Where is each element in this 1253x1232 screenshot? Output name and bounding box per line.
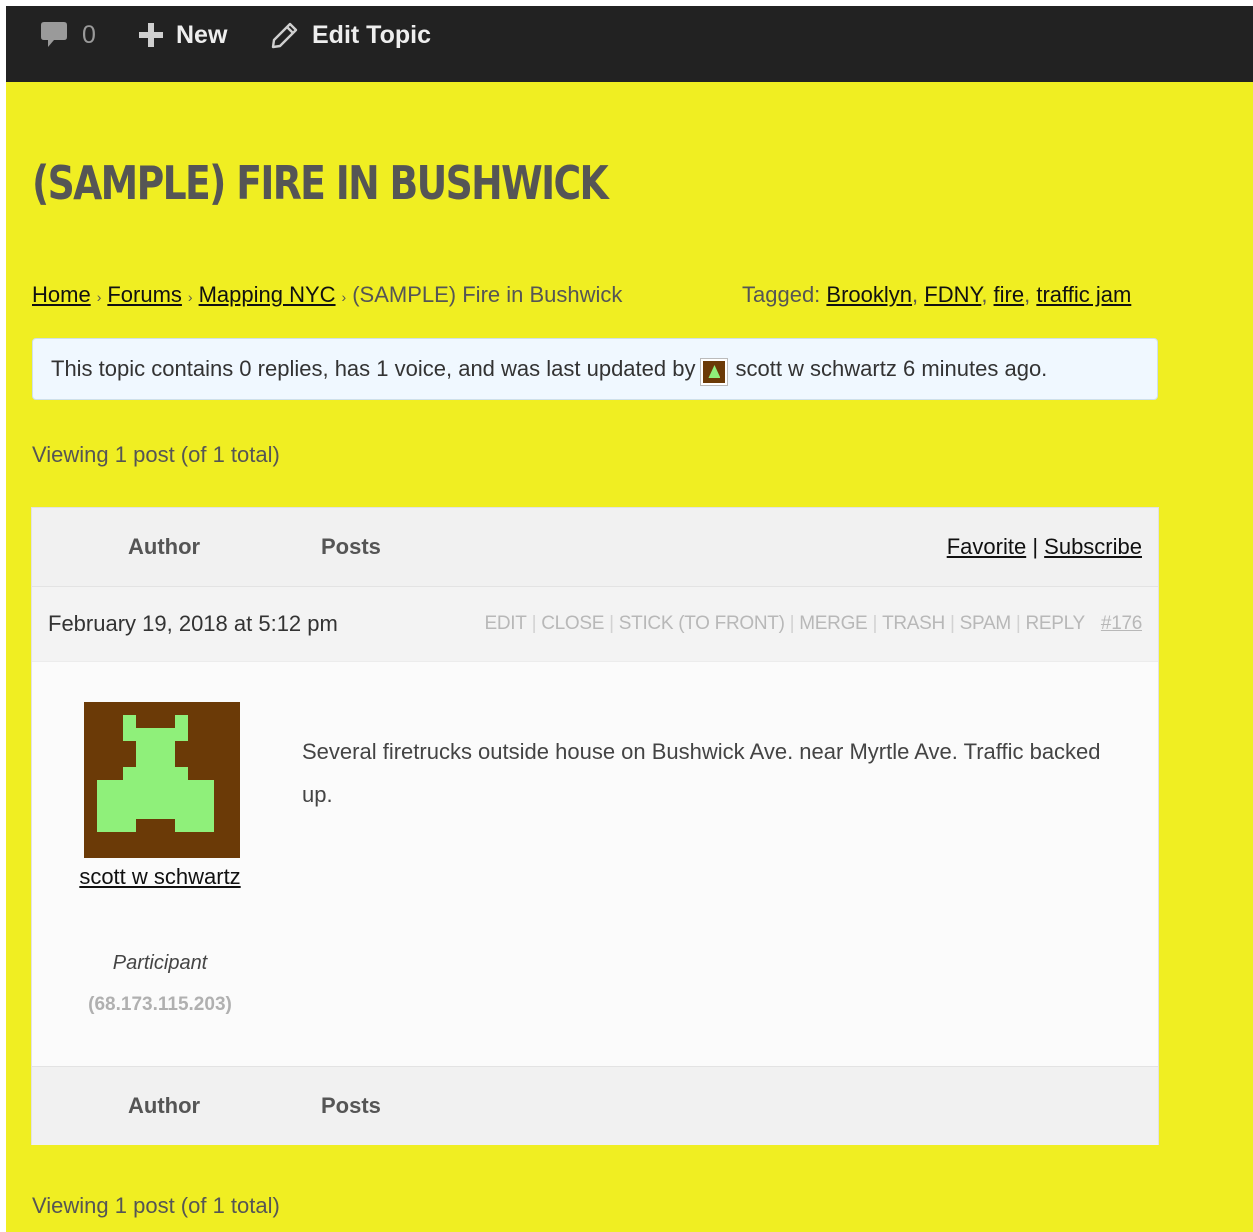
topic-posts: Author Posts Favorite | Subscribe Februa… <box>32 508 1158 1145</box>
stick-link[interactable]: STICK (TO FRONT) <box>619 613 785 634</box>
edit-topic-button[interactable]: Edit Topic <box>270 6 431 64</box>
tag-link-brooklyn[interactable]: Brooklyn <box>826 282 912 307</box>
author-column-footer: Author <box>128 1093 201 1118</box>
tag-link-fire[interactable]: fire <box>994 282 1025 307</box>
post-content: Several firetrucks outside house on Bush… <box>302 739 1101 807</box>
post-meta-bar: February 19, 2018 at 5:12 pm EDIT | CLOSE |… <box>32 587 1158 662</box>
posts-column-header: Posts <box>321 534 381 559</box>
close-link[interactable]: CLOSE <box>541 613 604 634</box>
breadcrumb-current: (SAMPLE) Fire in Bushwick <box>352 282 623 307</box>
pagination-count-bottom: Viewing 1 post (of 1 total) <box>32 1193 280 1218</box>
author-column-header: Author <box>128 534 201 559</box>
page: 0 New Edit Topic (SAMPLE) FIRE IN BUSHWI… <box>6 6 1253 1232</box>
post-admin-links: EDIT | CLOSE | STICK (TO FRONT) | MERGE | TRASH |… <box>484 613 1142 635</box>
trash-link[interactable]: TRASH <box>882 613 945 634</box>
post-permalink[interactable]: #176 <box>1101 613 1142 634</box>
admin-link-divider: | <box>1015 613 1021 634</box>
breadcrumb-separator: › <box>187 289 193 305</box>
pagination-count: Viewing 1 post (of 1 total) <box>32 442 280 467</box>
posts-header: Author Posts Favorite | Subscribe <box>32 508 1158 587</box>
author-name-link[interactable]: scott w schwartz <box>32 864 288 890</box>
posts-footer: Author Posts <box>32 1066 1158 1145</box>
tag-link-fdny[interactable]: FDNY <box>924 282 981 307</box>
posts-column-footer: Posts <box>321 1093 381 1118</box>
admin-link-divider: | <box>872 613 878 634</box>
edit-topic-label: Edit Topic <box>312 20 431 49</box>
breadcrumb-forums-link[interactable]: Forums <box>107 282 182 307</box>
breadcrumb-home-link[interactable]: Home <box>32 282 91 307</box>
edit-link[interactable]: EDIT <box>484 613 526 634</box>
topic-info-notice: This topic contains 0 replies, has 1 voi… <box>32 338 1158 400</box>
breadcrumb: Home › Forums › Mapping NYC › (SAMPLE) Fire in… <box>32 282 622 308</box>
author-ip: (68.173.115.203) <box>88 994 232 1015</box>
plus-icon <box>138 22 164 48</box>
topic-title: (SAMPLE) FIRE IN BUSHWICK <box>32 156 609 210</box>
new-content-button[interactable]: New <box>138 6 227 64</box>
breadcrumb-separator: › <box>96 289 102 305</box>
admin-link-divider: | <box>949 613 955 634</box>
mini-avatar[interactable] <box>701 359 728 385</box>
topic-actions: Favorite | Subscribe <box>947 534 1142 560</box>
admin-link-divider: | <box>531 613 537 634</box>
post-date: February 19, 2018 at 5:12 pm <box>48 611 338 636</box>
notice-author[interactable]: scott w schwartz <box>735 356 896 382</box>
notice-time: 6 minutes ago. <box>902 356 1048 381</box>
breadcrumb-separator: › <box>341 289 347 305</box>
admin-link-divider: | <box>609 613 614 634</box>
tags-label: Tagged: <box>742 282 821 307</box>
admin-link-divider: | <box>789 613 795 634</box>
breadcrumb-forum-link[interactable]: Mapping NYC <box>199 282 336 307</box>
topic-tags: Tagged: Brooklyn, FDNY, fire, traffic ja… <box>742 282 1132 307</box>
reply-link[interactable]: REPLY <box>1026 613 1086 634</box>
comments-count: 0 <box>82 20 96 49</box>
comment-bubble-icon <box>40 20 68 50</box>
author-role: Participant <box>112 952 208 974</box>
pencil-icon <box>270 21 300 49</box>
author-avatar[interactable] <box>84 702 240 858</box>
favorite-link[interactable]: Favorite <box>947 534 1026 559</box>
spam-link[interactable]: SPAM <box>960 613 1012 634</box>
admin-bar: 0 New Edit Topic <box>6 6 1253 82</box>
new-label: New <box>176 20 228 49</box>
tag-link-traffic-jam[interactable]: traffic jam <box>1036 282 1131 307</box>
comments-menu[interactable]: 0 <box>40 6 96 64</box>
actions-divider: | <box>1032 534 1039 559</box>
notice-text: This topic contains 0 replies, has 1 voi… <box>51 356 696 381</box>
merge-link[interactable]: MERGE <box>799 613 867 634</box>
subscribe-link[interactable]: Subscribe <box>1044 534 1142 559</box>
